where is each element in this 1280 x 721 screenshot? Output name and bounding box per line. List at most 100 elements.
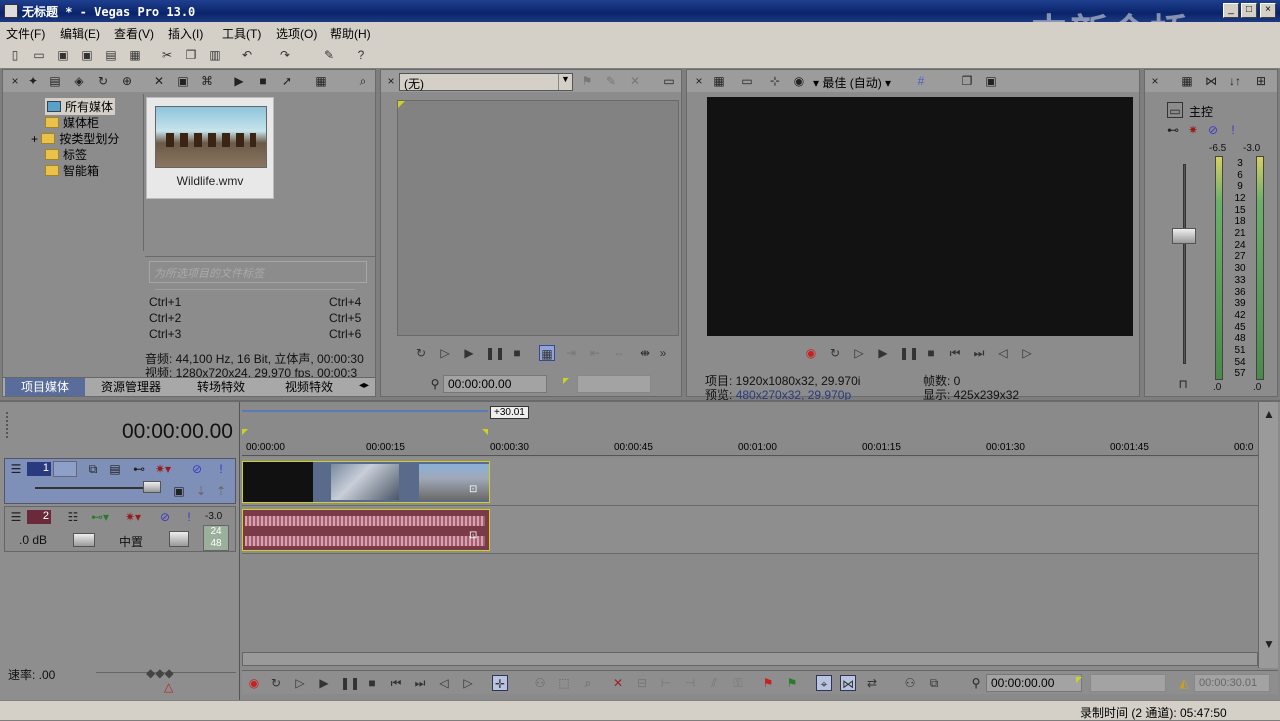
transport-prev-frame-icon[interactable]: ◁ [436,675,452,691]
minimize-button[interactable]: _ [1223,3,1239,18]
quality-dropdown[interactable]: ▾ 最佳 (自动) ▾ [813,74,891,91]
trimmer-dropdown[interactable]: (无) ▼ [399,73,573,91]
selection-tool-icon[interactable]: ⬚ [556,675,572,691]
add-to-timeline-icon[interactable]: ⚑ [579,73,595,89]
record-icon[interactable]: ◉ [803,345,819,361]
trim-end-icon[interactable]: ⊣ [682,675,698,691]
track1-name-field[interactable] [53,461,77,477]
trimmer-loop-icon[interactable]: ↻ [413,345,429,361]
track-expand-icon[interactable]: ☰ [8,461,24,477]
save-snapshot-icon[interactable]: ▣ [983,73,999,89]
track-motion-icon[interactable]: ⧉ [85,461,101,477]
transport-end-time[interactable]: 00:00:30.01 [1194,674,1270,692]
master-solo-icon[interactable]: ! [1225,122,1241,138]
auto-preview-icon[interactable]: ➚ [279,73,295,89]
track1-mute-icon[interactable]: ⊘ [189,461,205,477]
lock-envelopes-icon[interactable]: ⚇ [902,675,918,691]
timeline-time-display[interactable]: 00:00:00.00 [122,420,233,444]
audio-track-header[interactable]: ☰ 2 ☷ ⊷▾ ✷▾ ⊘ ! -3.0 .0 dB 中置 24 48 [4,506,236,552]
redo-icon[interactable]: ↷ [276,46,294,64]
track2-pan-slider[interactable] [169,531,189,547]
search-icon[interactable]: ⊕ [119,73,135,89]
tree-smart-bins[interactable]: 智能箱 [45,162,99,179]
trim-start-icon[interactable]: ⊢ [658,675,674,691]
trimmer-length[interactable] [577,375,651,393]
tag-input[interactable]: 为所选项目的文件标签 [149,261,367,283]
master-mute-icon[interactable]: ⊘ [1205,122,1221,138]
audio-track-lane[interactable]: ⊡ [242,506,1258,554]
master-fx-icon[interactable]: ✷ [1185,122,1201,138]
undo-icon[interactable]: ↶ [238,46,256,64]
menu-options[interactable]: 选项(O) [276,25,317,42]
mixer-properties-icon[interactable]: ▦ [1179,73,1195,89]
tab-project-media[interactable]: 项目媒体 [5,378,85,396]
zoom-tool-icon[interactable]: ⌕ [580,675,596,691]
horizontal-scrollbar[interactable] [242,652,1258,666]
tab-video-fx[interactable]: 视频特效 [267,378,351,396]
preview-properties-icon[interactable]: ▦ [711,73,727,89]
lock-faders-icon[interactable]: ⊞ [1253,73,1269,89]
split-icon[interactable]: ⫽ [706,675,722,691]
split-screen-icon[interactable]: ⊹ [767,73,783,89]
marker-icon[interactable]: ✎ [603,73,619,89]
dim-output-icon[interactable]: ↓↑ [1227,73,1243,89]
clip-fx-icon[interactable]: ⊡ [469,484,477,495]
menu-help[interactable]: 帮助(H) [330,25,371,42]
vertical-scrollbar[interactable]: ▲ ▼ [1258,402,1278,668]
pause-icon[interactable]: ❚❚ [899,345,919,361]
transport-pause-icon[interactable]: ❚❚ [340,675,360,691]
video-track-header[interactable]: ☰ 1 ⧉ ▤ ⊷ ✷▾ ⊘ ! ▣ ⇣ ⇡ [4,458,236,504]
scroll-down-icon[interactable]: ▼ [1261,636,1277,652]
transport-play-icon[interactable]: ▶ [316,675,332,691]
paste-icon[interactable]: ▥ [206,46,224,64]
loop-start-marker[interactable] [242,429,248,435]
track2-expand-icon[interactable]: ☰ [8,509,24,525]
transport-record-icon[interactable]: ◉ [246,675,262,691]
play-icon[interactable]: ▶ [875,345,891,361]
track1-solo-icon[interactable]: ! [213,461,229,477]
zoom-icon[interactable]: ⌕ [355,73,371,89]
import-icon[interactable]: ✦ [25,73,41,89]
tab-explorer[interactable]: 资源管理器 [89,378,173,396]
track2-fx-icon[interactable]: ✷▾ [125,509,141,525]
tree-by-type[interactable]: + 按类型划分 [31,130,119,147]
render-icon[interactable]: ▤ [102,46,120,64]
loop-icon[interactable]: ↻ [827,345,843,361]
trimmer-monitor-icon[interactable]: ▭ [661,73,677,89]
scroll-up-icon[interactable]: ▲ [1261,406,1277,422]
make-parent-icon[interactable]: ⇡ [213,483,229,499]
tree-media-bins[interactable]: 媒体柜 [45,114,99,131]
transport-start-icon[interactable]: ⏮ [388,675,404,691]
track1-level-slider[interactable] [35,487,159,489]
track1-level-thumb[interactable] [143,481,161,493]
remove-icon[interactable]: ✕ [151,73,167,89]
track2-volume-slider[interactable] [73,533,95,547]
new-icon[interactable]: ▯ [6,46,24,64]
transport-next-frame-icon[interactable]: ▷ [460,675,476,691]
track2-insert-icon[interactable]: ⊷▾ [91,509,109,525]
marker-icon[interactable]: ⚑ [760,675,776,691]
clear-icon[interactable]: ✕ [627,73,643,89]
cut-icon[interactable]: ✂ [158,46,176,64]
downmix-icon[interactable]: ⋈ [1203,73,1219,89]
play-from-start-icon[interactable]: ▷ [851,345,867,361]
trimmer-ovw-icon[interactable]: ⇤ [587,345,603,361]
refresh-icon[interactable]: ↻ [95,73,111,89]
whats-this-icon[interactable]: ? [352,46,370,64]
menu-view[interactable]: 查看(V) [114,25,154,42]
go-to-end-icon[interactable]: ⏭ [971,345,987,361]
track-fx-icon[interactable]: ▤ [107,461,123,477]
envelope-tool-icon[interactable]: ⚇ [532,675,548,691]
trimmer-pause-icon[interactable]: ❚❚ [485,345,505,361]
shortcut-2[interactable]: Ctrl+2 [149,311,181,325]
chevron-down-icon[interactable]: ▼ [558,74,572,90]
tabs-scroll-icon[interactable]: ◂▸ [355,380,373,394]
rate-thumb-icon[interactable]: ◆◆◆ [146,666,174,680]
video-clip[interactable]: ⊡ [242,461,490,503]
close-panel-icon[interactable]: × [7,73,23,89]
prev-frame-icon[interactable]: ◁ [995,345,1011,361]
track2-solo-icon[interactable]: ! [181,509,197,525]
plugin-icon[interactable]: ⌘ [199,73,215,89]
open-icon[interactable]: ▭ [30,46,48,64]
trimmer-stop-icon[interactable]: ■ [509,345,525,361]
